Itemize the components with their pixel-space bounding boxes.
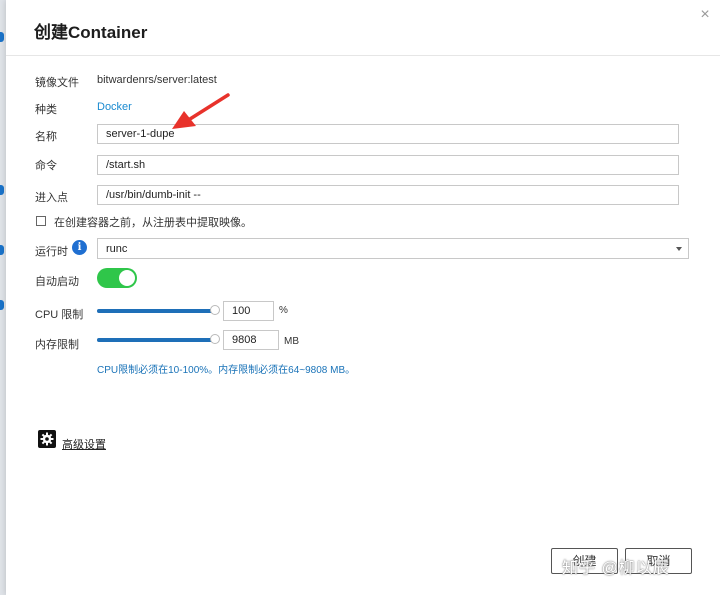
mem-limit-unit: MB (284, 336, 299, 347)
dialog-title: 创建Container (34, 23, 148, 42)
type-value: Docker (97, 101, 132, 113)
entrypoint-label: 进入点 (35, 192, 68, 204)
image-label: 镜像文件 (35, 77, 79, 89)
edge-marker (0, 32, 4, 42)
cancel-button[interactable]: 取消 (625, 548, 692, 574)
command-label: 命令 (35, 160, 57, 172)
name-input[interactable]: server-1-dupe (97, 124, 679, 144)
mem-limit-slider[interactable] (97, 334, 220, 345)
autostart-label: 自动启动 (35, 276, 79, 288)
edge-marker (0, 185, 4, 195)
toggle-knob (119, 270, 135, 286)
close-icon[interactable]: × (698, 7, 712, 23)
cpu-limit-slider[interactable] (97, 305, 220, 316)
slider-thumb[interactable] (210, 305, 220, 315)
edge-marker (0, 245, 4, 255)
slider-fill (97, 338, 215, 342)
create-button[interactable]: 创建 (551, 548, 618, 574)
autostart-toggle[interactable] (97, 268, 137, 288)
cpu-limit-input[interactable]: 100 (223, 301, 274, 321)
name-label: 名称 (35, 131, 57, 143)
chevron-down-icon (676, 247, 682, 251)
image-value: bitwardenrs/server:latest (97, 74, 217, 86)
pull-image-label: 在创建容器之前，从注册表中提取映像。 (54, 217, 252, 229)
runtime-label: 运行时 (35, 246, 68, 258)
limit-hint: CPU限制必须在10-100%。内存限制必须在64~9808 MB。 (97, 365, 356, 376)
advanced-settings-link[interactable]: 高级设置 (62, 436, 106, 452)
cpu-limit-label: CPU 限制 (35, 309, 84, 321)
create-container-dialog: 创建Container × 镜像文件 bitwardenrs/server:la… (6, 0, 720, 595)
title-divider (6, 55, 720, 56)
slider-thumb[interactable] (210, 334, 220, 344)
type-label: 种类 (35, 104, 57, 116)
cpu-limit-unit: % (279, 305, 288, 316)
edge-marker (0, 300, 4, 310)
runtime-select[interactable]: runc (97, 238, 689, 259)
mem-limit-input[interactable]: 9808 (223, 330, 279, 350)
gear-icon[interactable] (38, 430, 56, 448)
mem-limit-label: 内存限制 (35, 339, 79, 351)
entrypoint-input[interactable]: /usr/bin/dumb-init -- (97, 185, 679, 205)
info-icon[interactable]: i (72, 240, 87, 255)
pull-image-checkbox[interactable] (36, 216, 46, 226)
command-input[interactable]: /start.sh (97, 155, 679, 175)
slider-fill (97, 309, 215, 313)
runtime-selected-value: runc (106, 243, 128, 255)
